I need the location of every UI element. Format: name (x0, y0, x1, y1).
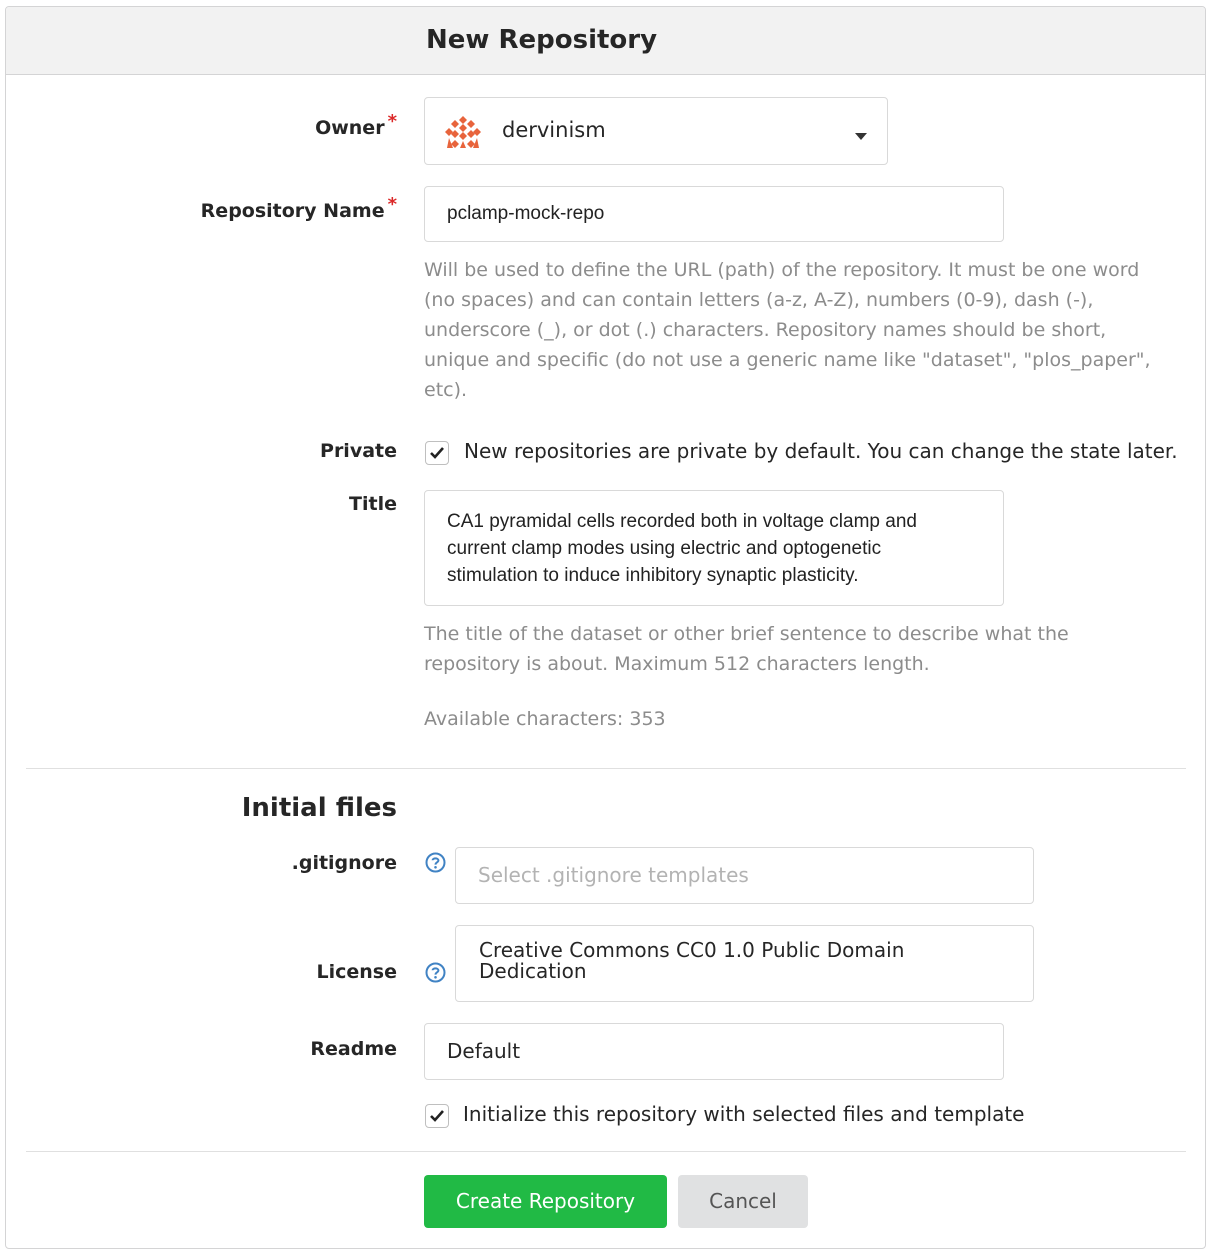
question-circle-icon[interactable] (425, 852, 446, 873)
private-label: Private (320, 440, 397, 462)
title-label: Title (349, 493, 397, 515)
cancel-button[interactable]: Cancel (678, 1175, 808, 1228)
repo-name-label: Repository Name * (200, 194, 397, 222)
readme-label: Readme (310, 1038, 397, 1060)
help-line: underscore (_), or dot (.) characters. R… (424, 319, 1107, 341)
title-textarea[interactable]: CA1 pyramidal cells recorded both in vol… (424, 490, 1004, 606)
new-repository-form: New Repository Owner * dervinism Reposit… (5, 6, 1206, 1249)
title-help: The title of the dataset or other brief … (424, 619, 1194, 679)
text-line: CA1 pyramidal cells recorded both in vol… (447, 511, 917, 532)
help-line: etc). (424, 379, 468, 401)
license-dropdown[interactable]: Creative Commons CC0 1.0 Public Domain D… (455, 925, 1034, 1002)
repo-name-value: pclamp-mock-repo (447, 203, 605, 224)
initial-files-heading: Initial files (241, 793, 397, 823)
required-mark: * (387, 111, 397, 132)
text-line: current clamp modes using electric and o… (447, 538, 882, 559)
chevron-down-icon (855, 126, 867, 145)
help-line: (no spaces) and can contain letters (a-z… (424, 289, 1094, 311)
readme-value: Default (447, 1039, 521, 1063)
license-value: Creative Commons CC0 1.0 Public Domain D… (479, 940, 904, 982)
private-checkbox[interactable] (425, 441, 449, 465)
help-line: unique and specific (do not use a generi… (424, 349, 1151, 371)
help-line: The title of the dataset or other brief … (424, 623, 1069, 645)
gitignore-label: .gitignore (291, 852, 397, 874)
question-circle-icon[interactable] (425, 962, 446, 983)
private-checkbox-text: New repositories are private by default.… (464, 439, 1178, 463)
check-icon (430, 447, 444, 459)
gitignore-placeholder: Select .gitignore templates (478, 863, 749, 887)
owner-dropdown[interactable]: dervinism (424, 97, 888, 165)
create-repository-button[interactable]: Create Repository (424, 1175, 667, 1228)
available-characters: Available characters: 353 (424, 708, 666, 730)
license-label: License (316, 961, 398, 983)
page-title: New Repository (426, 25, 658, 55)
title-value: CA1 pyramidal cells recorded both in vol… (447, 508, 917, 589)
text-line: Dedication (479, 959, 587, 983)
owner-avatar (445, 114, 481, 150)
owner-name: dervinism (502, 118, 606, 142)
form-header: New Repository (6, 7, 1205, 75)
text-line: stimulation to induce inhibitory synapti… (447, 565, 859, 586)
init-checkbox[interactable] (425, 1104, 449, 1128)
init-checkbox-text: Initialize this repository with selected… (463, 1102, 1025, 1126)
help-line: Will be used to define the URL (path) of… (424, 259, 1140, 281)
readme-dropdown[interactable]: Default (424, 1023, 1004, 1080)
check-icon (430, 1110, 444, 1122)
repo-name-input[interactable]: pclamp-mock-repo (424, 186, 1004, 242)
required-mark: * (387, 194, 397, 215)
repo-name-help: Will be used to define the URL (path) of… (424, 255, 1194, 405)
gitignore-dropdown[interactable]: Select .gitignore templates (455, 847, 1034, 904)
text-line: Creative Commons CC0 1.0 Public Domain (479, 938, 905, 962)
divider (26, 1151, 1186, 1152)
help-line: repository is about. Maximum 512 charact… (424, 653, 930, 675)
owner-label: Owner * (315, 111, 397, 139)
divider (26, 768, 1186, 769)
